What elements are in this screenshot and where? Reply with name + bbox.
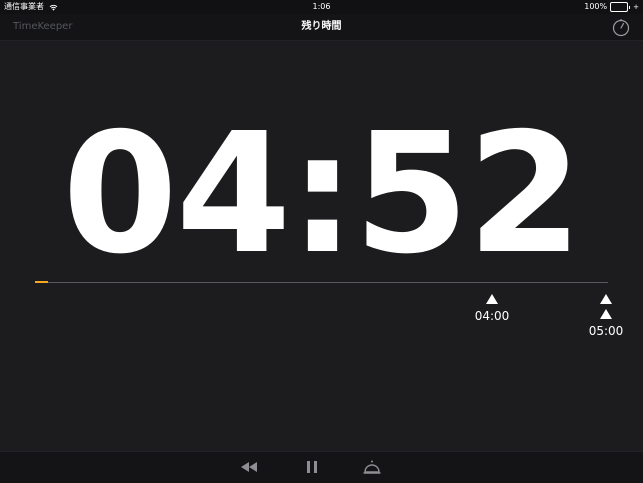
marker-label: 04:00	[474, 309, 510, 323]
progress-fill	[35, 281, 49, 283]
marker-triangle-icon	[600, 294, 612, 304]
marker-triangle-icon	[600, 309, 612, 319]
pause-icon	[307, 461, 317, 473]
marker-label: 05:00	[588, 324, 624, 338]
progress-track[interactable]	[35, 281, 608, 283]
battery-percent: 100%	[584, 2, 608, 11]
rewind-button[interactable]	[239, 458, 259, 476]
status-right: 100% +	[584, 0, 639, 14]
pause-button[interactable]	[302, 458, 322, 476]
time-marker-1: 04:00	[467, 294, 517, 323]
battery-icon	[610, 2, 631, 12]
plug-icon: +	[633, 3, 639, 11]
bell-icon	[363, 460, 381, 474]
status-time: 1:06	[312, 2, 331, 11]
time-marker-2: 05:00	[581, 294, 631, 338]
nav-bar: TimeKeeper 残り時間	[0, 14, 643, 41]
remaining-time-display: 04:52	[62, 98, 582, 291]
bottom-toolbar	[0, 451, 643, 483]
bell-button[interactable]	[362, 458, 382, 476]
status-bar: 通信事業者 1:06 100% +	[0, 0, 643, 14]
page-title: 残り時間	[301, 21, 342, 32]
marker-triangle-icon	[486, 294, 498, 304]
stopwatch-icon[interactable]	[611, 17, 631, 37]
rewind-icon	[241, 462, 257, 472]
